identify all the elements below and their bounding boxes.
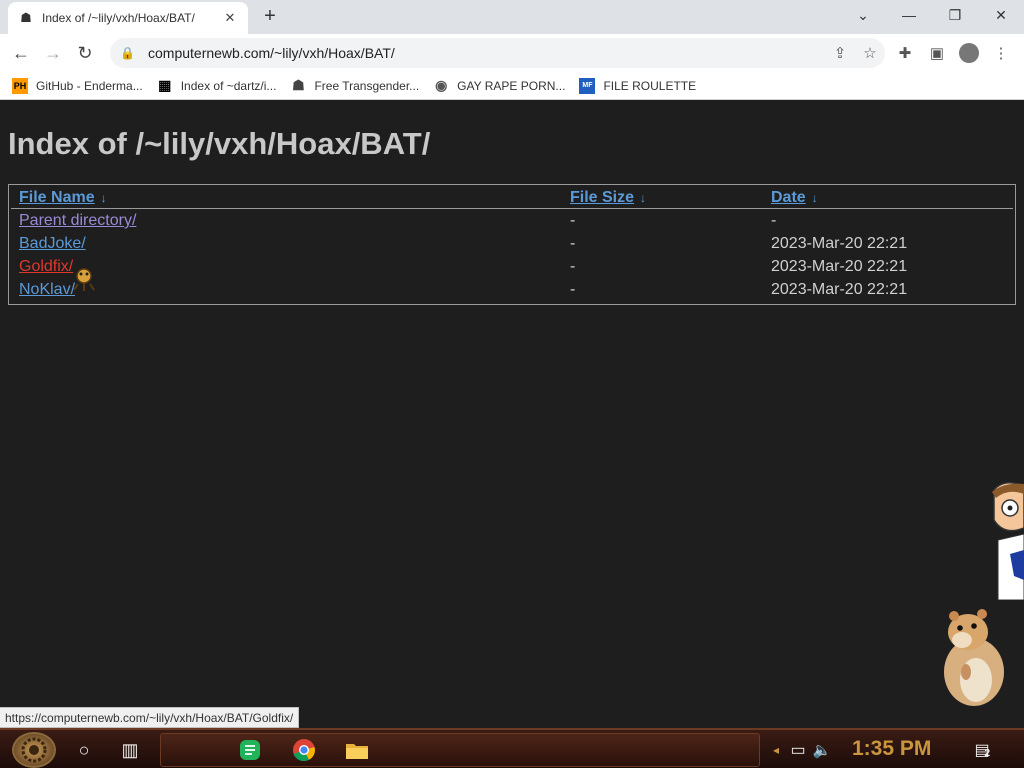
- table-row: NoKlav/ - 2023-Mar-20 22:21: [9, 281, 1015, 304]
- bookmark-star-icon[interactable]: ☆: [855, 44, 885, 62]
- share-icon[interactable]: ⇪: [825, 44, 855, 62]
- file-size: -: [570, 212, 576, 229]
- browser-tab[interactable]: ☗ Index of /~lily/vxh/Hoax/BAT/ ✕: [8, 2, 248, 34]
- cartoon-character-icon: [992, 482, 1024, 600]
- column-header-size[interactable]: File Size ↓: [570, 189, 646, 207]
- window-close-button[interactable]: ✕: [978, 0, 1024, 30]
- file-link[interactable]: Parent directory/: [19, 212, 136, 230]
- start-button[interactable]: [12, 732, 56, 768]
- tab-title: Index of /~lily/vxh/Hoax/BAT/: [42, 11, 195, 25]
- forward-arrow-icon[interactable]: →: [38, 38, 68, 68]
- bookmarks-bar: PH GitHub - Enderma... ▦ Index of ~dartz…: [0, 72, 1024, 100]
- volume-muted-icon[interactable]: 🔈: [806, 734, 838, 766]
- notification-center-icon[interactable]: ▤ 2: [966, 734, 998, 766]
- bookmark-label: GAY RAPE PORN...: [457, 78, 566, 93]
- table-row: BadJoke/ - 2023-Mar-20 22:21: [9, 235, 1015, 258]
- profile-avatar[interactable]: [954, 38, 984, 68]
- page-favicon-icon: ☗: [20, 10, 32, 25]
- bookmark-label: Free Transgender...: [314, 78, 420, 93]
- file-link[interactable]: Goldfix/: [19, 258, 73, 276]
- url-text[interactable]: computernewb.com/~lily/vxh/Hoax/BAT/: [148, 45, 825, 61]
- file-link[interactable]: NoKlav/: [19, 281, 75, 299]
- tab-search-button[interactable]: ⌄: [840, 0, 886, 30]
- extensions-puzzle-icon[interactable]: ✚: [890, 38, 920, 68]
- file-date: 2023-Mar-20 22:21: [771, 235, 908, 252]
- task-view-icon[interactable]: ▥: [114, 734, 146, 766]
- header-divider: [11, 208, 1013, 209]
- chrome-icon[interactable]: [288, 734, 320, 766]
- file-size: -: [570, 235, 576, 252]
- notification-count: 2: [984, 748, 990, 759]
- new-tab-button[interactable]: +: [258, 5, 282, 29]
- bookmark-item[interactable]: ☗ Free Transgender...: [290, 77, 420, 94]
- taskbar: ○ ▥ ◂ ▭ 🔈 1:35 PM ▤ 2: [0, 728, 1024, 768]
- sheets-app-icon[interactable]: [234, 734, 266, 766]
- directory-listing-table: File Name ↓ File Size ↓ Date ↓ Parent direc…: [8, 184, 1016, 305]
- column-header-name[interactable]: File Name ↓: [19, 189, 107, 207]
- steampunk-gear-icon: [21, 737, 47, 763]
- globe-favicon-icon: ◉: [435, 77, 448, 93]
- file-date: -: [771, 212, 777, 229]
- trollface-favicon-icon: ☗: [292, 77, 305, 93]
- page-content: Index of /~lily/vxh/Hoax/BAT/ File Name ↓…: [0, 104, 1024, 706]
- taskbar-clock[interactable]: 1:35 PM: [852, 737, 931, 761]
- sort-arrow-icon: ↓: [100, 191, 107, 205]
- bookmark-item[interactable]: ▦ Index of ~dartz/i...: [157, 77, 277, 94]
- menu-kebab-icon[interactable]: ⋮: [986, 38, 1016, 68]
- file-date: 2023-Mar-20 22:21: [771, 258, 908, 275]
- hamster-character-icon: [944, 609, 1004, 706]
- mediafire-favicon-icon: MF: [579, 77, 596, 94]
- bookmark-item[interactable]: ◉ GAY RAPE PORN...: [433, 77, 566, 94]
- pornhub-favicon-icon: PH: [12, 77, 28, 94]
- tab-bar: ☗ Index of /~lily/vxh/Hoax/BAT/ ✕ + ⌄ — …: [0, 0, 1024, 34]
- bookmark-label: GitHub - Enderma...: [36, 78, 143, 93]
- bookmark-item[interactable]: PH GitHub - Enderma...: [12, 77, 143, 94]
- minimize-button[interactable]: —: [886, 0, 932, 30]
- qr-favicon-icon: ▦: [158, 77, 172, 93]
- file-size: -: [570, 281, 576, 298]
- browser-toolbar: ← → ↻ 🔒 computernewb.com/~lily/vxh/Hoax/…: [0, 34, 1024, 72]
- sort-arrow-icon: ↓: [640, 191, 647, 205]
- page-title: Index of /~lily/vxh/Hoax/BAT/: [8, 126, 431, 161]
- file-explorer-icon[interactable]: [341, 734, 373, 766]
- file-date: 2023-Mar-20 22:21: [771, 281, 908, 298]
- restore-button[interactable]: ❐: [932, 0, 978, 30]
- bookmark-item[interactable]: MF FILE ROULETTE: [579, 77, 697, 94]
- bookmark-label: FILE ROULETTE: [603, 78, 697, 93]
- table-row: Parent directory/ - -: [9, 212, 1015, 235]
- table-row: Goldfix/ - 2023-Mar-20 22:21: [9, 258, 1015, 281]
- column-header-date[interactable]: Date ↓: [771, 189, 818, 207]
- lock-icon[interactable]: 🔒: [120, 46, 136, 60]
- side-panel-icon[interactable]: ▣: [922, 38, 952, 68]
- back-arrow-icon[interactable]: ←: [6, 38, 36, 68]
- sort-arrow-icon: ↓: [811, 191, 818, 205]
- file-link[interactable]: BadJoke/: [19, 235, 86, 253]
- animated-cursor-icon: [73, 268, 95, 291]
- tab-close-icon[interactable]: ✕: [222, 10, 238, 26]
- address-bar[interactable]: 🔒 computernewb.com/~lily/vxh/Hoax/BAT/ ⇪…: [110, 38, 885, 68]
- reload-icon[interactable]: ↻: [70, 38, 100, 68]
- link-status-bar: https://computernewb.com/~lily/vxh/Hoax/…: [0, 707, 300, 728]
- bookmark-label: Index of ~dartz/i...: [180, 78, 277, 93]
- search-circle-icon[interactable]: ○: [68, 734, 100, 766]
- file-size: -: [570, 258, 576, 275]
